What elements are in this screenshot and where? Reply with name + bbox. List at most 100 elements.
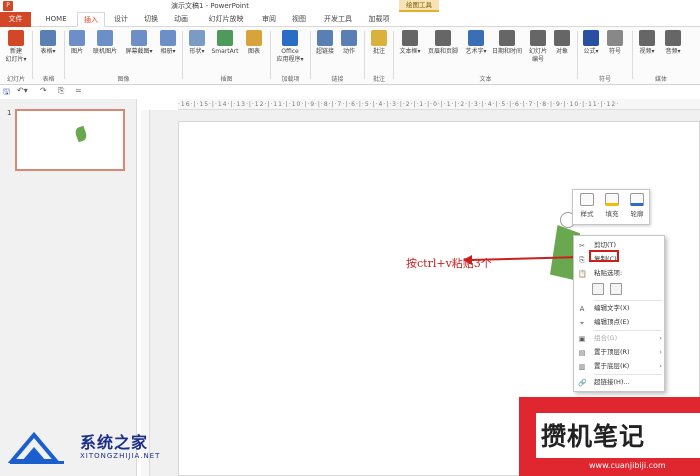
tab-developer[interactable]: 开发工具 [318, 12, 358, 27]
group-separator [182, 31, 183, 79]
chart-button[interactable]: 图表 [243, 30, 265, 56]
menu-item-copy[interactable]: ⎘ 复制(C) [574, 253, 666, 266]
horizontal-ruler: ·16·|·15·|·14·|·13·|·12·|·11·|·10·|·9·|·… [178, 99, 700, 110]
outline-button[interactable]: 轮廓 [625, 193, 649, 218]
fill-button[interactable]: 填充 [600, 193, 624, 218]
menu-separator [594, 330, 662, 331]
new-slide-button[interactable]: 新建 幻灯片▾ [2, 30, 30, 64]
tab-slideshow[interactable]: 幻灯片放映 [200, 12, 252, 27]
send-back-label: 置于底层(K) [594, 362, 630, 370]
tab-insert[interactable]: 插入 [77, 12, 105, 27]
audio-button[interactable]: 音频▾ [662, 30, 684, 56]
object-icon [554, 30, 570, 46]
textbox-button[interactable]: 文本框▾ [397, 30, 423, 56]
video-button[interactable]: 视频▾ [636, 30, 658, 56]
watermark-right-title: 攒机笔记 [541, 422, 646, 451]
picture-button[interactable]: 图片 [67, 30, 87, 56]
tab-review[interactable]: 审阅 [257, 12, 281, 27]
group-label-images: 图像 [117, 76, 130, 83]
action-button[interactable]: 动作 [338, 30, 360, 56]
slide-number-button[interactable]: 幻灯片 编号 [526, 30, 550, 64]
save-icon[interactable]: 🖫 [3, 86, 10, 100]
table-label: 表格▾ [40, 48, 56, 55]
hyperlink-menu-label: 超链接(H)... [594, 378, 630, 386]
comment-button[interactable]: 批注 [368, 30, 390, 56]
office-apps-icon [282, 30, 298, 46]
slide-number-label: 幻灯片 编号 [528, 48, 547, 63]
smartart-button[interactable]: SmartArt [209, 30, 241, 56]
smartart-icon [217, 30, 233, 46]
tab-addins[interactable]: 加载项 [362, 12, 396, 27]
paste-keep-source-icon[interactable] [592, 283, 604, 295]
xitongzhijia-logo [8, 431, 64, 464]
symbol-button[interactable]: 符号 [604, 30, 626, 56]
watermark-left-url: XITONGZHIJIA.NET [80, 452, 161, 460]
menu-item-group: ▣ 组合(G) › [574, 332, 666, 345]
menu-item-edit-text[interactable]: A 编辑文字(X) [574, 302, 666, 315]
menu-item-paste-options: 📋 粘贴选项: [574, 267, 666, 280]
group-separator [577, 31, 578, 79]
office-apps-button[interactable]: Office 应用程序▾ [273, 30, 307, 64]
action-label: 动作 [342, 48, 355, 55]
tab-home[interactable]: HOME [38, 12, 74, 27]
style-icon [580, 193, 594, 206]
group-label-symbols: 符号 [598, 76, 611, 83]
group-label-illustrations: 插图 [220, 76, 233, 83]
tab-design[interactable]: 设计 [108, 12, 134, 27]
picture-label: 图片 [70, 48, 83, 55]
ribbon-tab-bar: 文件 HOME 插入 设计 切换 动画 幻灯片放映 审阅 视图 开发工具 加载项… [0, 12, 700, 404]
new-slide-icon [8, 30, 24, 46]
album-button[interactable]: 相册▾ [157, 30, 179, 56]
group-separator [64, 31, 65, 79]
redo-icon[interactable]: ↷ [40, 86, 47, 95]
paste-picture-icon[interactable] [610, 283, 622, 295]
menu-item-cut[interactable]: ✂ 剪切(T) [574, 239, 666, 252]
menu-item-bring-to-front[interactable]: ▤ 置于顶层(R) › [574, 346, 666, 359]
shapes-label: 形状▾ [189, 48, 205, 55]
tab-file[interactable]: 文件 [0, 12, 31, 27]
wordart-label: 艺术字▾ [465, 48, 487, 55]
outline-label: 轮廓 [630, 210, 644, 218]
slide-thumbnail-1[interactable] [15, 109, 125, 171]
undo-icon[interactable]: ↶▾ [17, 86, 28, 95]
datetime-button[interactable]: 日期和时间 [489, 30, 525, 56]
menu-item-send-to-back[interactable]: ▥ 置于底层(K) › [574, 360, 666, 373]
equation-button[interactable]: 公式▾ [580, 30, 602, 56]
tab-transitions[interactable]: 切换 [138, 12, 164, 27]
send-back-icon: ▥ [578, 363, 586, 371]
customize-qat-icon[interactable]: = [75, 86, 82, 95]
online-picture-button[interactable]: 联机图片 [89, 30, 121, 56]
menu-item-edit-points[interactable]: ⌖ 编辑顶点(E) [574, 316, 666, 329]
bring-front-label: 置于顶层(R) [594, 348, 630, 356]
edit-points-label: 编辑顶点(E) [594, 318, 630, 326]
object-button[interactable]: 对象 [551, 30, 573, 56]
menu-item-hyperlink[interactable]: 🔗 超链接(H)... [574, 376, 666, 389]
group-separator [32, 31, 33, 79]
screenshot-button[interactable]: 屏幕截图▾ [122, 30, 156, 56]
submenu-arrow-icon: › [659, 334, 662, 342]
hyperlink-button[interactable]: 超链接 [313, 30, 337, 56]
vertical-ruler [141, 110, 150, 476]
style-label: 样式 [580, 210, 594, 218]
group-icon: ▣ [578, 335, 586, 343]
screenshot-icon [131, 30, 147, 46]
watermark-cuanjibiji: 攒机笔记 www.cuanjibiji.com [519, 397, 700, 476]
wordart-button[interactable]: 艺术字▾ [463, 30, 489, 56]
start-from-beginning-icon[interactable]: ⎘ [58, 86, 64, 96]
copy-highlight-box [589, 250, 619, 262]
paste-options-icons [592, 283, 652, 299]
submenu-arrow-icon: › [659, 362, 662, 370]
tab-view[interactable]: 视图 [286, 12, 312, 27]
table-button[interactable]: 表格▾ [36, 30, 60, 56]
shapes-icon [189, 30, 205, 46]
shapes-button[interactable]: 形状▾ [186, 30, 208, 56]
table-icon [40, 30, 56, 46]
tab-animations[interactable]: 动画 [168, 12, 194, 27]
style-button[interactable]: 样式 [575, 193, 599, 218]
header-footer-icon [435, 30, 451, 46]
equation-icon [583, 30, 599, 46]
textbox-label: 文本框▾ [399, 48, 421, 55]
header-footer-button[interactable]: 页眉和页脚 [424, 30, 462, 56]
album-label: 相册▾ [160, 48, 176, 55]
online-picture-icon [97, 30, 113, 46]
